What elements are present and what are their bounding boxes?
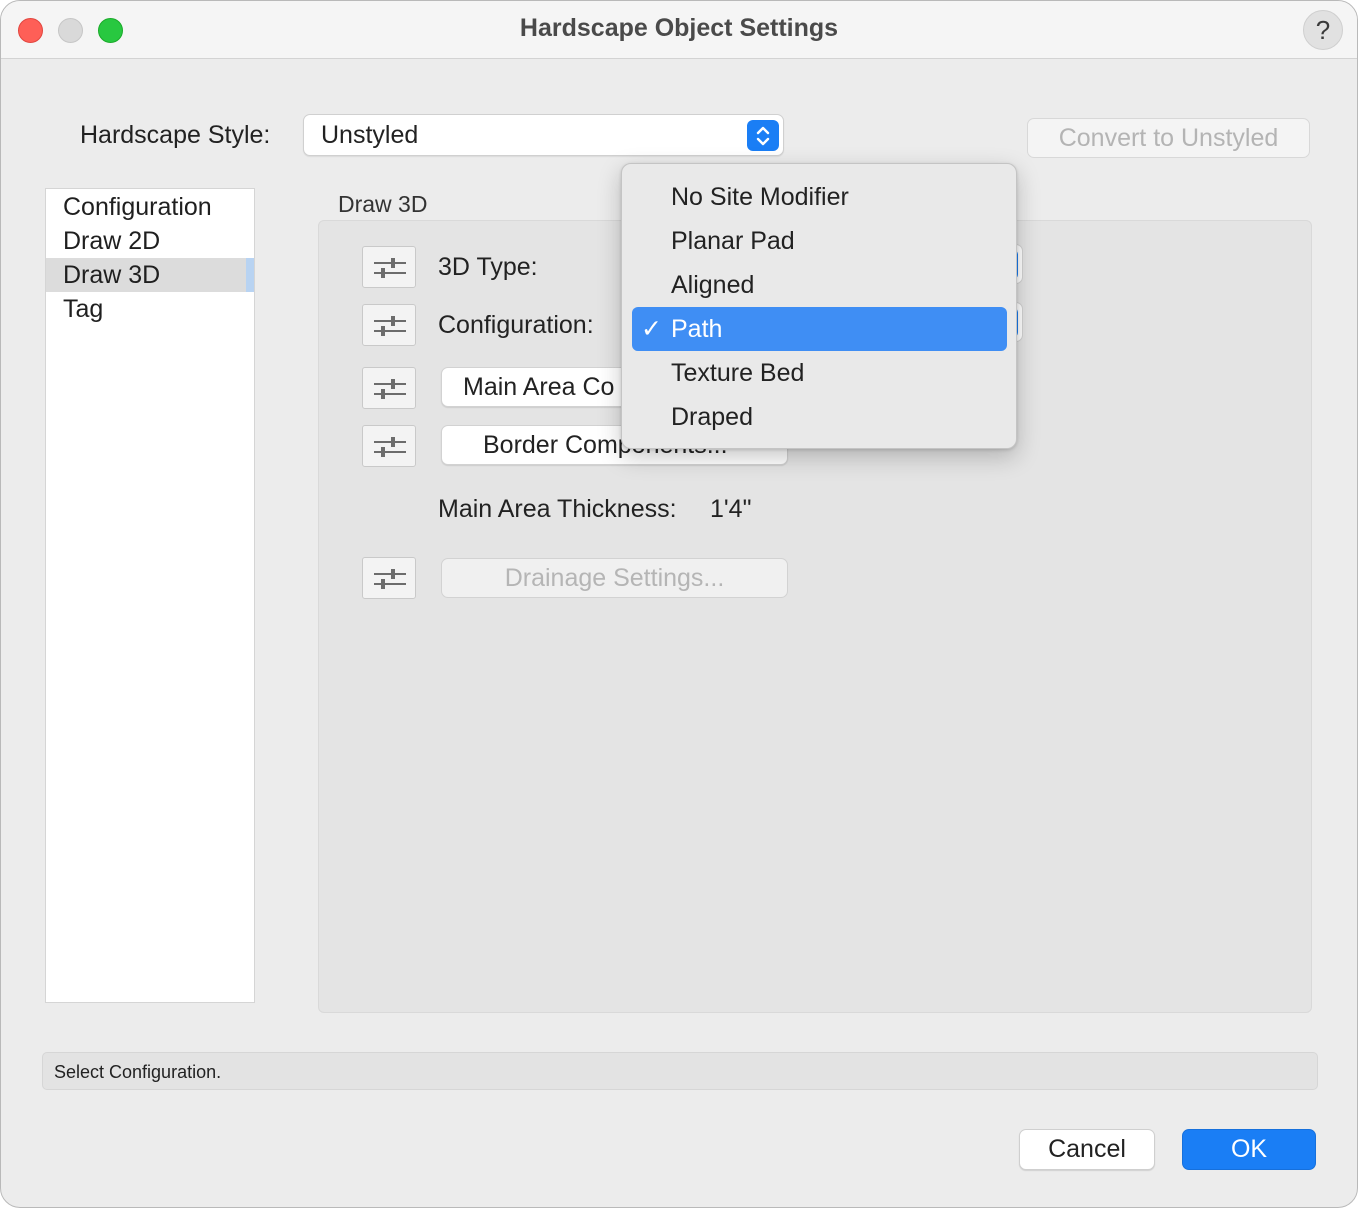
status-text: Select Configuration. bbox=[54, 1062, 222, 1082]
title-bar: Hardscape Object Settings ? bbox=[1, 1, 1357, 59]
cancel-button[interactable]: Cancel bbox=[1019, 1129, 1155, 1170]
up-down-chevron-icon bbox=[747, 120, 779, 151]
sliders-icon bbox=[374, 258, 406, 278]
hardscape-style-select[interactable]: Unstyled bbox=[303, 114, 784, 156]
help-button[interactable]: ? bbox=[1303, 10, 1343, 50]
border-settings-button[interactable] bbox=[362, 425, 416, 467]
configuration-label: Configuration: bbox=[438, 311, 594, 339]
sliders-icon bbox=[374, 379, 406, 399]
sliders-icon bbox=[374, 316, 406, 336]
3d-type-settings-button[interactable] bbox=[362, 246, 416, 288]
menu-item-planar-pad[interactable]: Planar Pad bbox=[632, 219, 1007, 263]
checkmark-icon: ✓ bbox=[641, 315, 662, 343]
configuration-settings-button[interactable] bbox=[362, 304, 416, 346]
drainage-settings-icon-button[interactable] bbox=[362, 557, 416, 599]
sidebar-item-tag[interactable]: Tag bbox=[46, 292, 254, 326]
hardscape-style-label: Hardscape Style: bbox=[80, 121, 271, 149]
menu-item-aligned[interactable]: Aligned bbox=[632, 263, 1007, 307]
hardscape-style-value: Unstyled bbox=[321, 121, 419, 149]
sliders-icon bbox=[374, 437, 406, 457]
category-list: Configuration Draw 2D Draw 3D Tag bbox=[45, 188, 255, 1003]
drainage-settings-button: Drainage Settings... bbox=[441, 558, 788, 598]
menu-item-texture-bed[interactable]: Texture Bed bbox=[632, 351, 1007, 395]
menu-item-path[interactable]: ✓ Path bbox=[632, 307, 1007, 351]
menu-item-path-label: Path bbox=[671, 315, 723, 343]
convert-to-unstyled-button: Convert to Unstyled bbox=[1027, 118, 1310, 158]
menu-item-draped[interactable]: Draped bbox=[632, 395, 1007, 439]
dialog-window: Hardscape Object Settings ? Hardscape St… bbox=[0, 0, 1358, 1208]
sidebar-item-draw-2d[interactable]: Draw 2D bbox=[46, 224, 254, 258]
configuration-dropdown-menu: No Site Modifier Planar Pad Aligned ✓ Pa… bbox=[621, 163, 1017, 449]
menu-item-no-site-modifier[interactable]: No Site Modifier bbox=[632, 175, 1007, 219]
ok-button[interactable]: OK bbox=[1182, 1129, 1316, 1170]
main-area-settings-button[interactable] bbox=[362, 367, 416, 409]
main-area-thickness-label: Main Area Thickness: bbox=[438, 495, 677, 523]
group-title: Draw 3D bbox=[338, 191, 428, 217]
3d-type-label: 3D Type: bbox=[438, 253, 538, 281]
status-bar: Select Configuration. bbox=[42, 1052, 1318, 1090]
main-area-thickness-value: 1'4" bbox=[710, 495, 752, 523]
window-title: Hardscape Object Settings bbox=[519, 14, 839, 42]
sidebar-item-configuration[interactable]: Configuration bbox=[46, 190, 254, 224]
sliders-icon bbox=[374, 569, 406, 589]
sidebar-item-draw-3d[interactable]: Draw 3D bbox=[46, 258, 254, 292]
